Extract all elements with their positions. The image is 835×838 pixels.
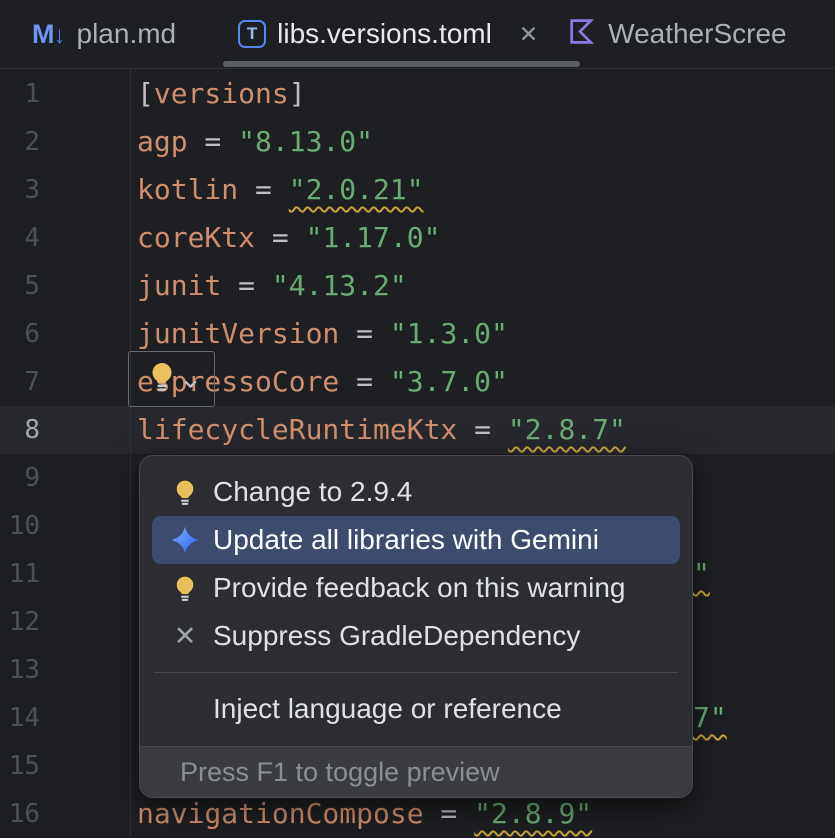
intention-popup: Change to 2.9.4 Update all libraries with… <box>139 455 693 798</box>
tab-label: libs.versions.toml <box>277 18 492 50</box>
code-text: agp = "8.13.0" <box>137 118 373 166</box>
token: coreKtx <box>137 221 255 254</box>
editor-line-6[interactable]: 6 junitVersion = "1.3.0" <box>0 310 835 358</box>
tab-label: plan.md <box>77 18 177 50</box>
kotlin-file-icon <box>566 16 597 52</box>
line-number: 13 <box>0 646 40 694</box>
tab-scrollbar-thumb[interactable] <box>223 61 580 67</box>
lightbulb-icon <box>170 477 200 507</box>
code-text: lifecycleRuntimeKtx = "2.8.7" <box>137 406 626 454</box>
popup-separator <box>154 672 678 673</box>
line-number: 12 <box>0 598 40 646</box>
popup-footer-hint: Press F1 to toggle preview <box>140 746 692 797</box>
token: = <box>457 413 508 446</box>
token: " <box>693 557 710 590</box>
editor-line-7[interactable]: 7espressoCore = "3.7.0" <box>0 358 835 406</box>
code-text: 7" <box>693 694 727 742</box>
token: "8.13.0" <box>238 125 373 158</box>
token: "4.13.2" <box>272 269 407 302</box>
line-number: 6 <box>0 310 40 358</box>
toml-file-icon: T <box>238 20 266 48</box>
token: "1.17.0" <box>306 221 441 254</box>
token: = <box>221 269 272 302</box>
token: navigationCompose <box>137 797 424 830</box>
token: lifecycleRuntimeKtx <box>137 413 457 446</box>
lightbulb-icon <box>170 573 200 603</box>
token: "2.0.21" <box>289 173 424 206</box>
token: "1.3.0" <box>390 317 508 350</box>
line-number: 16 <box>0 790 40 838</box>
line-number: 8 <box>0 406 40 454</box>
lightbulb-icon <box>146 360 178 399</box>
line-number: 2 <box>0 118 40 166</box>
intention-item-label: Provide feedback on this warning <box>213 572 625 604</box>
editor-line-1[interactable]: 1 [versions] <box>0 70 835 118</box>
token: = <box>188 125 239 158</box>
line-number: 14 <box>0 694 40 742</box>
token: junitVersion <box>137 317 339 350</box>
token: = <box>339 317 390 350</box>
token: = <box>255 221 306 254</box>
intention-item-label: Change to 2.9.4 <box>213 476 412 508</box>
token: junit <box>137 269 221 302</box>
code-text: [versions] <box>137 70 306 118</box>
intention-item-label: Suppress GradleDependency <box>213 620 580 652</box>
line-number: 7 <box>0 358 40 406</box>
token: agp <box>137 125 188 158</box>
token: kotlin <box>137 173 238 206</box>
editor-line-8[interactable]: 8 lifecycleRuntimeKtx = "2.8.7" <box>0 406 835 454</box>
suppress-icon: ✕ <box>170 621 200 651</box>
token: = <box>238 173 289 206</box>
intention-item-update-all-libraries-with-gemini[interactable]: Update all libraries with Gemini <box>152 516 680 564</box>
line-number: 3 <box>0 166 40 214</box>
token: "2.8.7" <box>508 413 626 446</box>
close-icon[interactable]: ✕ <box>519 23 538 46</box>
code-text: coreKtx = "1.17.0" <box>137 214 440 262</box>
tab-plan-md[interactable]: M↓ plan.md <box>0 0 176 68</box>
line-number: 4 <box>0 214 40 262</box>
line-number: 1 <box>0 70 40 118</box>
intention-item-suppress-gradledependency[interactable]: ✕ Suppress GradleDependency <box>152 612 680 660</box>
code-text: junit = "4.13.2" <box>137 262 407 310</box>
editor-tab-bar: M↓ plan.md Tlibs.versions.toml ✕ WeatherScre… <box>0 0 835 69</box>
editor-line-5[interactable]: 5 junit = "4.13.2" <box>0 262 835 310</box>
icon-spacer <box>170 694 200 724</box>
code-text: " <box>693 550 710 598</box>
intention-item-inject-language-or-reference[interactable]: Inject language or reference <box>152 685 680 733</box>
token: = <box>424 797 475 830</box>
intention-bulb-widget[interactable] <box>128 351 215 407</box>
tab-libs-versions-toml[interactable]: Tlibs.versions.toml ✕ <box>216 0 538 68</box>
token: "2.8.9" <box>474 797 592 830</box>
token: versions <box>154 77 289 110</box>
intention-item-label: Update all libraries with Gemini <box>213 524 599 556</box>
tab-weatherscree[interactable]: WeatherScree <box>546 0 786 68</box>
intention-item-provide-feedback-on-this-warning[interactable]: Provide feedback on this warning <box>152 564 680 612</box>
chevron-down-icon <box>183 363 198 396</box>
editor-line-2[interactable]: 2 agp = "8.13.0" <box>0 118 835 166</box>
gemini-sparkle-icon <box>170 525 200 555</box>
intention-item-change-to-2-9-4[interactable]: Change to 2.9.4 <box>152 468 680 516</box>
markdown-icon: M↓ <box>32 21 66 48</box>
token: 7" <box>693 701 727 734</box>
line-number: 15 <box>0 742 40 790</box>
token: [ <box>137 77 154 110</box>
code-text: kotlin = "2.0.21" <box>137 166 424 214</box>
token: = <box>339 365 390 398</box>
line-number: 9 <box>0 454 40 502</box>
token: "3.7.0" <box>390 365 508 398</box>
line-number: 11 <box>0 550 40 598</box>
editor-line-4[interactable]: 4 coreKtx = "1.17.0" <box>0 214 835 262</box>
tab-label: WeatherScree <box>608 18 786 50</box>
token: ] <box>289 77 306 110</box>
intention-item-label: Inject language or reference <box>213 693 562 725</box>
editor-line-3[interactable]: 3 kotlin = "2.0.21" <box>0 166 835 214</box>
line-number: 5 <box>0 262 40 310</box>
line-number: 10 <box>0 502 40 550</box>
